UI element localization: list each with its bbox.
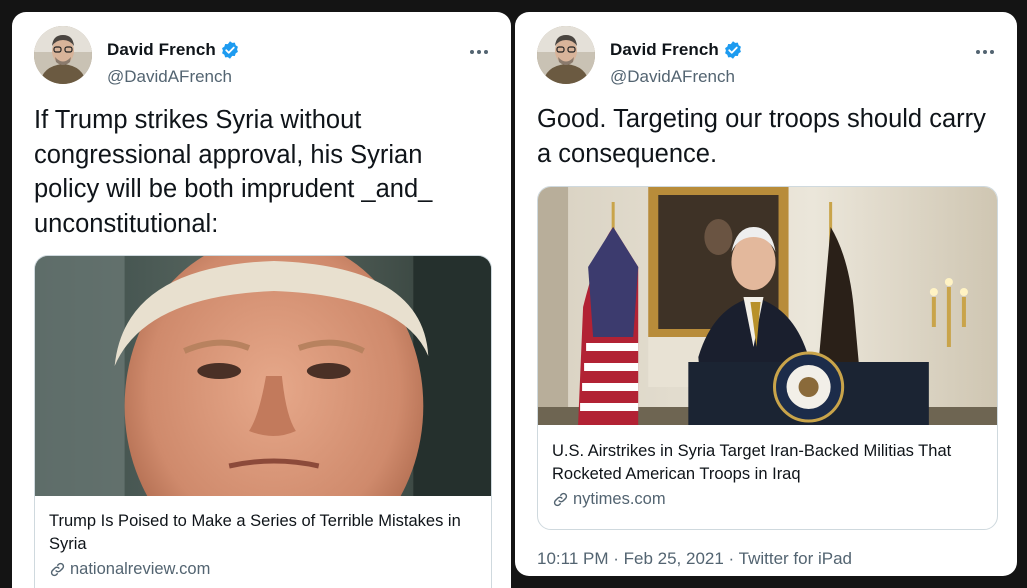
tweet-header: David French @DavidAFrench bbox=[537, 26, 1001, 86]
card-domain[interactable]: nytimes.com bbox=[552, 490, 983, 509]
card-title[interactable]: U.S. Airstrikes in Syria Target Iran-Bac… bbox=[552, 440, 983, 486]
card-title[interactable]: Trump Is Poised to Make a Series of Terr… bbox=[49, 510, 477, 556]
user-handle[interactable]: @DavidAFrench bbox=[107, 67, 232, 87]
link-card[interactable]: Trump Is Poised to Make a Series of Terr… bbox=[34, 255, 492, 588]
tweet-text: Good. Targeting our troops should carry … bbox=[537, 105, 986, 168]
meta-separator: · bbox=[723, 549, 739, 568]
tweet-right[interactable]: David French @DavidAFrench Good. Targeti… bbox=[515, 12, 1017, 576]
card-image[interactable] bbox=[35, 256, 491, 496]
tweet-left[interactable]: David French @DavidAFrench If Trump stri… bbox=[12, 12, 511, 588]
card-domain[interactable]: nationalreview.com bbox=[49, 560, 477, 579]
tweet-date[interactable]: Feb 25, 2021 bbox=[624, 549, 724, 568]
more-options-icon[interactable] bbox=[467, 40, 491, 64]
verified-badge-icon bbox=[724, 41, 741, 59]
link-icon bbox=[50, 562, 65, 577]
avatar[interactable] bbox=[537, 26, 595, 84]
more-options-icon[interactable] bbox=[973, 40, 997, 64]
meta-separator: · bbox=[608, 549, 624, 568]
link-icon bbox=[553, 492, 568, 507]
card-domain-text: nationalreview.com bbox=[70, 560, 211, 578]
avatar[interactable] bbox=[34, 26, 92, 84]
tweet-header: David French @DavidAFrench bbox=[34, 26, 495, 86]
display-name[interactable]: David French bbox=[107, 40, 216, 60]
link-card[interactable]: U.S. Airstrikes in Syria Target Iran-Bac… bbox=[537, 186, 998, 530]
card-domain-text: nytimes.com bbox=[573, 490, 666, 508]
display-name[interactable]: David French bbox=[610, 40, 719, 60]
card-image[interactable] bbox=[538, 187, 997, 425]
verified-badge-icon bbox=[221, 41, 238, 59]
tweet-metadata: 10:11 PM · Feb 25, 2021 · Twitter for iP… bbox=[537, 549, 852, 569]
tweet-time[interactable]: 10:11 PM bbox=[537, 549, 609, 568]
user-handle[interactable]: @DavidAFrench bbox=[610, 67, 735, 87]
tweet-source[interactable]: Twitter for iPad bbox=[739, 549, 852, 568]
tweet-text: If Trump strikes Syria without congressi… bbox=[34, 106, 433, 238]
